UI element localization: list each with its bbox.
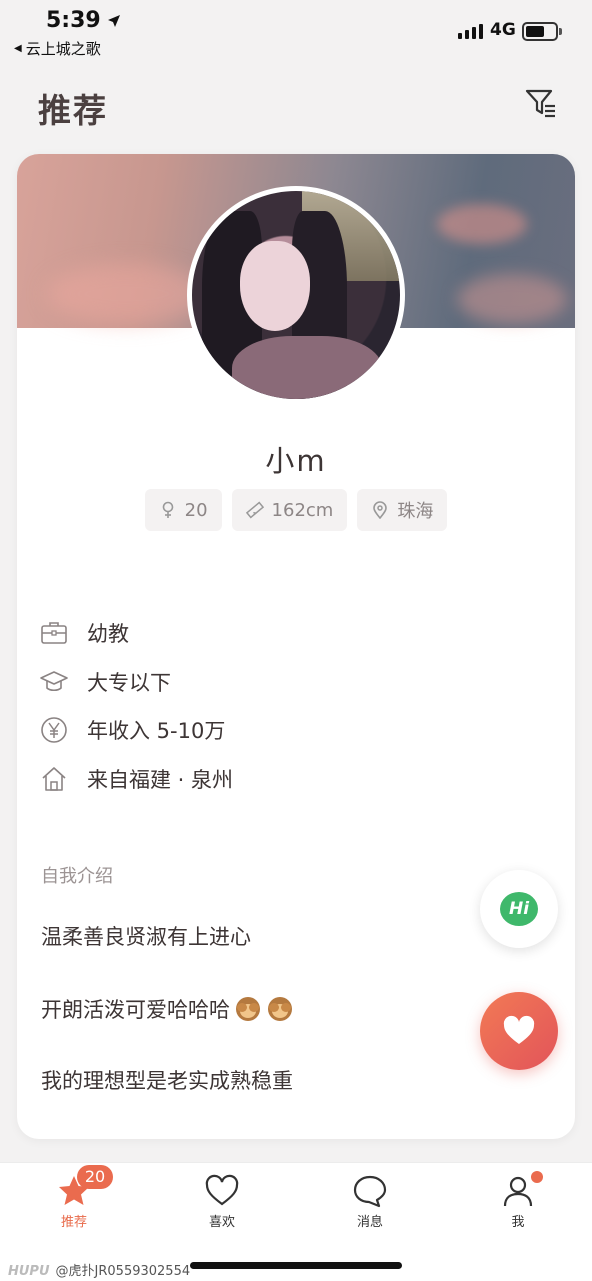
like-button[interactable] xyxy=(480,992,558,1070)
hometown-text: 来自福建 · 泉州 xyxy=(87,767,234,792)
occupation-row: 幼教 xyxy=(39,609,233,658)
ruler-icon xyxy=(245,501,264,519)
hi-chat-icon: Hi xyxy=(500,892,538,926)
filter-icon xyxy=(525,89,555,118)
tab-recommend[interactable]: 20 推荐 xyxy=(29,1165,119,1230)
battery-tip xyxy=(559,28,562,35)
avatar[interactable] xyxy=(187,186,405,404)
height-tag: 162cm xyxy=(231,489,348,531)
intro-section: 温柔善良贤淑有上进心 开朗活泼可爱哈哈哈 我的理想型是老实成熟稳重 xyxy=(41,922,294,1138)
income-text: 年收入 5-10万 xyxy=(87,719,226,744)
profile-card[interactable]: 小m 20 162cm 珠海 幼教 大专以下 年收入 5-10万 来自福建 · … xyxy=(17,154,575,1139)
status-bar: 5:39 ◀ 云上城之歌 4G xyxy=(0,0,592,62)
intro-line: 开朗活泼可爱哈哈哈 xyxy=(41,994,294,1066)
page-title: 推荐 xyxy=(38,91,108,130)
profile-tags: 20 162cm 珠海 xyxy=(17,489,575,531)
occupation-text: 幼教 xyxy=(87,622,129,647)
tab-messages[interactable]: 消息 xyxy=(325,1173,415,1230)
tab-label: 我 xyxy=(511,1215,525,1230)
intro-line: 温柔善良贤淑有上进心 xyxy=(41,925,251,949)
tab-label: 推荐 xyxy=(60,1215,87,1230)
signal-icon xyxy=(458,24,483,39)
see-no-evil-monkey-icon xyxy=(266,994,294,1022)
back-triangle-icon: ◀ xyxy=(14,43,22,54)
tab-me[interactable]: 我 xyxy=(473,1171,563,1230)
tab-likes[interactable]: 喜欢 xyxy=(177,1173,267,1230)
watermark-text: @虎扑JR0559302554 xyxy=(55,1264,191,1279)
chat-bubble-icon xyxy=(353,1175,387,1208)
see-no-evil-monkey-icon xyxy=(234,994,262,1022)
battery-icon xyxy=(522,22,558,41)
recommend-badge: 20 xyxy=(77,1165,113,1189)
watermark-brand: HUPU xyxy=(8,1264,50,1279)
home-indicator[interactable] xyxy=(190,1262,402,1269)
watermark: HUPU @虎扑JR0559302554 xyxy=(8,1260,190,1279)
back-to-app-link[interactable]: ◀ 云上城之歌 xyxy=(14,38,101,59)
location-pin-icon xyxy=(373,501,388,519)
say-hi-button[interactable]: Hi xyxy=(480,870,558,948)
tab-label: 消息 xyxy=(356,1215,383,1230)
briefcase-icon xyxy=(41,622,67,645)
profile-name: 小m xyxy=(265,444,327,478)
city-value: 珠海 xyxy=(397,501,434,522)
intro-heading: 自我介绍 xyxy=(41,866,113,887)
age-value: 20 xyxy=(184,499,208,521)
home-icon xyxy=(42,766,66,791)
intro-line: 我的理想型是老实成熟稳重 xyxy=(41,1069,293,1093)
heart-icon xyxy=(205,1174,239,1206)
income-row: 年收入 5-10万 xyxy=(39,706,233,755)
notification-dot xyxy=(531,1171,543,1183)
city-tag: 珠海 xyxy=(357,489,448,531)
heart-icon xyxy=(503,1015,535,1044)
clock: 5:39 xyxy=(46,8,101,33)
female-icon xyxy=(162,501,173,518)
filter-button[interactable] xyxy=(524,86,558,120)
graduation-cap-icon xyxy=(40,670,68,691)
status-time: 5:39 xyxy=(46,8,121,33)
height-value: 162cm xyxy=(271,499,334,521)
hometown-row: 来自福建 · 泉州 xyxy=(39,755,233,804)
location-arrow-icon xyxy=(107,14,120,27)
network-type: 4G xyxy=(490,20,516,40)
age-tag: 20 xyxy=(144,489,222,531)
tab-label: 喜欢 xyxy=(208,1215,235,1230)
profile-info-list: 幼教 大专以下 年收入 5-10万 来自福建 · 泉州 xyxy=(39,609,233,803)
back-app-label: 云上城之歌 xyxy=(25,40,101,58)
education-text: 大专以下 xyxy=(87,670,171,695)
yen-icon xyxy=(41,717,67,744)
education-row: 大专以下 xyxy=(39,658,233,707)
